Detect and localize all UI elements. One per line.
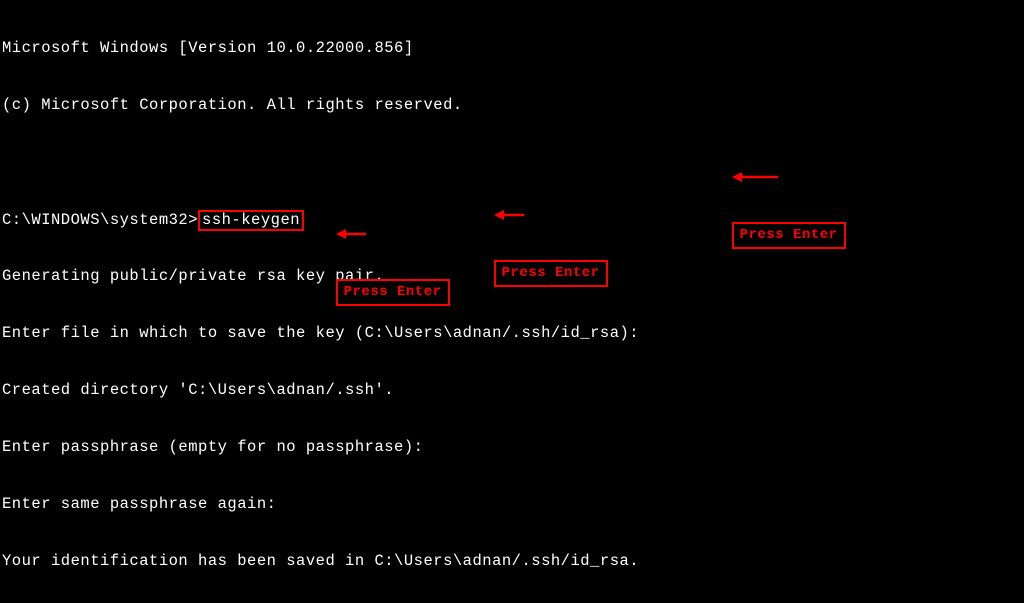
terminal-window[interactable]: Microsoft Windows [Version 10.0.22000.85…: [0, 0, 1024, 603]
prompt-path: C:\WINDOWS\system32>: [2, 211, 198, 229]
header-line-1: Microsoft Windows [Version 10.0.22000.85…: [2, 39, 1022, 58]
annotation-press-enter-2: Press Enter: [458, 151, 608, 306]
output-id-saved: Your identification has been saved in C:…: [2, 552, 1022, 571]
output-enter-passphrase-again: Enter same passphrase again:: [2, 495, 1022, 514]
command-ssh-keygen: ssh-keygen: [198, 210, 304, 231]
arrow-left-icon: [494, 170, 547, 260]
output-enter-passphrase: Enter passphrase (empty for no passphras…: [2, 438, 1022, 457]
arrow-left-icon: [336, 189, 389, 279]
output-created-dir: Created directory 'C:\Users\adnan/.ssh'.: [2, 381, 1022, 400]
annotation-label: Press Enter: [494, 260, 608, 287]
annotation-label: Press Enter: [336, 279, 450, 306]
annotation-label: Press Enter: [732, 222, 846, 249]
arrow-left-icon: [732, 132, 785, 222]
header-line-2: (c) Microsoft Corporation. All rights re…: [2, 96, 1022, 115]
annotation-press-enter-1: Press Enter: [696, 113, 846, 268]
annotation-press-enter-3: Press Enter: [300, 170, 450, 325]
output-enter-file: Enter file in which to save the key (C:\…: [2, 324, 1022, 343]
